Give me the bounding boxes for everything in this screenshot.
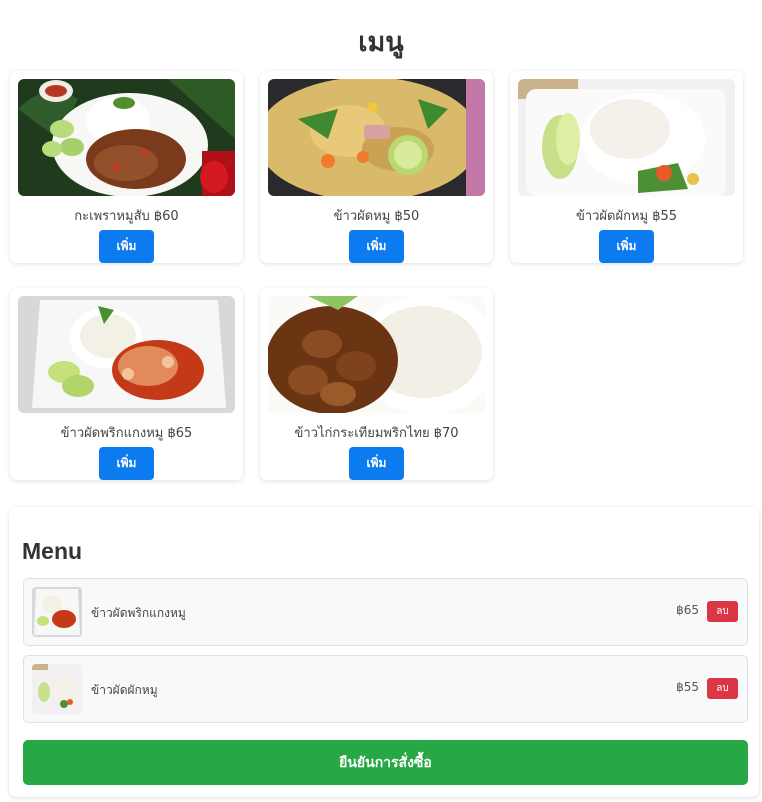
- remove-item-button[interactable]: ลบ: [707, 601, 738, 622]
- order-item: ข้าวผัดพริกแกงหมู ฿65 ลบ: [23, 578, 748, 646]
- menu-card: ข้าวผัดผักหมู ฿55 เพิ่ม: [510, 71, 743, 263]
- menu-card: กะเพราหมูสับ ฿60 เพิ่ม: [10, 71, 243, 263]
- add-kaprao-button[interactable]: เพิ่ม: [99, 230, 154, 263]
- remove-item-button[interactable]: ลบ: [707, 678, 738, 699]
- order-item-image: [32, 587, 82, 637]
- menu-card: ข้าวไก่กระเทียมพริกไทย ฿70 เพิ่ม: [260, 288, 493, 480]
- order-item-name: ข้าวผัดพริกแกงหมู: [91, 606, 186, 620]
- add-garlic-chicken-button[interactable]: เพิ่ม: [349, 447, 404, 480]
- menu-item-label: ข้าวผัดหมู ฿50: [333, 209, 420, 224]
- menu-item-image: [18, 296, 235, 413]
- order-item-name: ข้าวผัดผักหมู: [91, 683, 158, 697]
- confirm-order-button[interactable]: ยืนยันการสั่งซื้อ: [23, 740, 748, 785]
- menu-item-image: [518, 79, 735, 196]
- order-item-price: ฿65: [676, 603, 699, 617]
- menu-item-label: ข้าวผัดผักหมู ฿55: [575, 209, 678, 224]
- menu-card: ข้าวผัดพริกแกงหมู ฿65 เพิ่ม: [10, 288, 243, 480]
- menu-card: ข้าวผัดหมู ฿50 เพิ่ม: [260, 71, 493, 263]
- add-red-curry-button[interactable]: เพิ่ม: [99, 447, 154, 480]
- menu-item-image: [268, 79, 485, 196]
- menu-item-label: ข้าวไก่กระเทียมพริกไทย ฿70: [294, 426, 459, 441]
- order-item-price: ฿55: [676, 680, 699, 694]
- menu-item-image: [268, 296, 485, 413]
- order-panel: Menu ข้าวผัดพริกแกงหมู ฿65 ลบ ข้าวผัดผัก…: [9, 507, 759, 797]
- order-title: Menu: [22, 538, 83, 564]
- order-item-image: [32, 664, 82, 714]
- add-veg-pork-button[interactable]: เพิ่ม: [599, 230, 654, 263]
- add-fried-rice-button[interactable]: เพิ่ม: [349, 230, 404, 263]
- menu-item-label: ข้าวผัดพริกแกงหมู ฿65: [60, 426, 193, 441]
- order-item: ข้าวผัดผักหมู ฿55 ลบ: [23, 655, 748, 723]
- menu-item-image: [18, 79, 235, 196]
- page-title: เมนู: [358, 27, 404, 58]
- menu-item-label: กะเพราหมูสับ ฿60: [74, 209, 179, 224]
